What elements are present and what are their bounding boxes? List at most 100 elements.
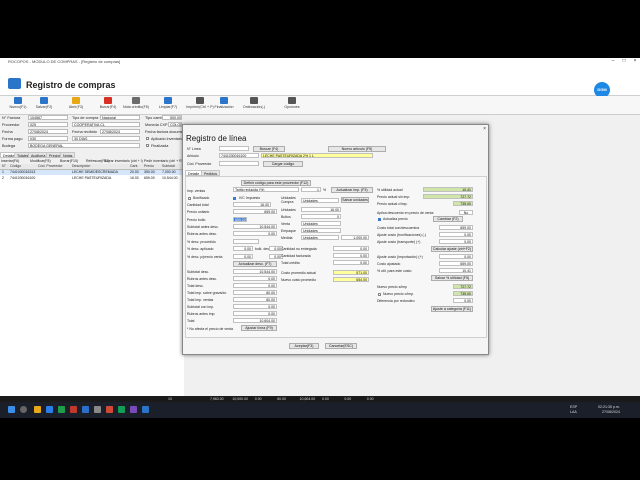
adjusted-cost-field[interactable]: 659.00 [439,261,473,266]
desc-price-field[interactable]: 0.00 [233,254,253,259]
subtotal-desc-field[interactable]: 10,544.00 [233,269,277,274]
warehouse-field[interactable]: BODEGA GENERAL [28,143,140,148]
update-desc-button[interactable]: Actualizar desc. (F7) [233,261,277,267]
grid-action-2[interactable]: Borrar(F10) [60,159,78,163]
grid-action-0[interactable]: Insertar(F6) [1,159,19,163]
received-date-field[interactable]: 27/08/2024 [100,129,140,134]
grid-action-1[interactable]: Modificar(F8) [30,159,51,163]
define-code-button[interactable]: Definir código para este proveedor (F12) [241,180,311,186]
bonus-checkbox[interactable] [188,197,191,200]
quantity-field[interactable]: 16.00 [233,202,271,207]
measure-field[interactable]: Unidades [301,235,339,240]
save-util-button[interactable]: Salvar % utilidad (F5) [431,275,473,281]
maximize-button[interactable]: □ [619,58,629,65]
supplier-name-field[interactable]: COOPERATIVA CL [72,122,140,127]
payment-name-field[interactable]: 30 DÍAS [72,136,140,141]
file-explorer-icon[interactable] [34,406,41,413]
rubros-desc-field[interactable]: 0.00 [233,276,277,281]
finalized-checkbox[interactable] [146,144,149,147]
grid-column-header[interactable]: Descripción [72,164,130,169]
packages-field[interactable]: 0 [301,214,341,219]
current-cost-field[interactable]: 571.00 [333,270,369,275]
sale-unit-field[interactable]: Unidades [301,221,341,226]
article-code-field[interactable]: 7441030016100 [219,153,259,158]
calculate-adjust-button[interactable]: Calcular ajuste (ctrl+F2) [431,246,473,252]
total-field[interactable]: 10,604.00 [233,318,277,323]
cancel-button[interactable]: Cancelar(ESC) [325,343,357,349]
price-tax-field[interactable]: 735.00 [453,201,473,206]
minimize-button[interactable]: – [608,58,618,65]
price-no-tax-field[interactable]: 727.72 [423,194,473,199]
subtotal-tax-field[interactable]: 0.00 [233,304,277,309]
grid-column-header[interactable]: N° [2,164,10,169]
app-icon-red[interactable] [70,406,77,413]
excel-icon[interactable] [58,406,65,413]
grid-column-header[interactable]: Cód. Proveedor [38,164,72,169]
new-util-field[interactable]: 10.41 [439,268,473,273]
language-indicator[interactable]: ESP [570,405,577,409]
exchange-rate-field[interactable]: 500.00 [162,115,182,120]
word-icon[interactable] [82,406,89,413]
apply-discount-field[interactable]: No [459,210,473,215]
grid-extra-1[interactable]: Pedir inventario (ctrl + R) [144,159,183,163]
rate-value-field[interactable]: 1 [301,187,321,192]
accept-button[interactable]: Aceptar(F3) [289,343,319,349]
mail-icon[interactable] [46,406,53,413]
line-number-field[interactable] [219,146,249,151]
adjust-transport-field[interactable]: 0.00 [439,239,473,244]
change-button[interactable]: Cambiar (F2) [433,216,463,222]
new-article-button[interactable]: Nuevo artículo (F5) [328,146,386,152]
rubros-field[interactable]: 0.00 [233,231,277,236]
toolbar-button-3[interactable]: Borrar(F4) [94,97,122,113]
rubros-tax-field[interactable]: 0.00 [233,311,277,316]
desc-applied-field[interactable]: 0.00 [233,246,253,251]
clock-time[interactable]: 02:21:35 p.m. [598,405,620,409]
measure-value-field[interactable]: 1.000.00 [341,235,369,240]
pack-unit-field[interactable]: Unidades [301,228,341,233]
table-row[interactable]: 1 7441030016313 LECHE SEMIDESCREMADA 20.00 3… [0,170,184,175]
grid-extra-0[interactable]: Borrar inventario (ctrl + I) [104,159,143,163]
new-price-tax-checkbox[interactable] [378,293,381,296]
total-sales-tax-field[interactable]: 60.00 [233,297,277,302]
teams-icon[interactable] [130,406,137,413]
browser-icon[interactable] [106,406,113,413]
toolbar-button-8[interactable]: Ordenación(-) [240,97,268,113]
applied-inventory-checkbox[interactable] [146,137,149,140]
toolbar-button-4[interactable]: Nota crédito(F5) [122,97,150,113]
toolbar-button-9[interactable]: Opciones [278,97,306,113]
total-tax-field[interactable]: 60.00 [233,290,277,295]
units-select[interactable]: Unidades [301,198,339,203]
grid-column-header[interactable]: Código [10,164,38,169]
adjust-bonus-field[interactable]: 0.00 [439,232,473,237]
current-util-field[interactable]: 10.41 [423,187,473,192]
windows-start-icon[interactable] [8,406,15,413]
update-tax-button[interactable]: Actualizar imp. (F3) [331,187,373,193]
invoiced-field[interactable]: 0.00 [333,253,369,258]
toolbar-button-7[interactable]: Finalización [210,97,238,113]
new-price-field[interactable]: 727.72 [453,284,473,289]
search-button[interactable]: Buscar (F4) [253,146,285,152]
toolbar-button-1[interactable]: Salvar(F2) [30,97,58,113]
toolbar-button-5[interactable]: Limpiar(F7) [154,97,182,113]
chrome-icon[interactable] [118,406,125,413]
save-units-button[interactable]: Salvar unidades [341,197,369,203]
dialog-close-icon[interactable]: × [483,126,486,132]
store-icon[interactable] [94,406,101,413]
supplier-code-field[interactable]: 025 [28,122,68,127]
new-price-tax-field[interactable]: 735.00 [453,291,473,296]
reduced-rate-field[interactable]: Tarifa reducida (%) [233,187,299,192]
toolbar-button-2[interactable]: Abrir(F3) [62,97,90,113]
ivc-checkbox[interactable] [233,197,236,200]
subtotal-field[interactable]: 10,544.00 [233,224,277,229]
adjust-category-button[interactable]: Ajuste a categoría (F11) [431,306,473,312]
bulk-price-field[interactable]: 659.00 [233,217,247,222]
purchase-type-field[interactable]: Nacional [100,115,140,120]
date-field[interactable]: 27/08/2024 [28,129,68,134]
grid-column-header[interactable]: Cant. [130,164,144,169]
grid-column-header[interactable]: Precio [144,164,162,169]
total-cost-field[interactable]: 659.00 [439,225,473,230]
close-button[interactable]: × [630,58,640,65]
load-code-button[interactable]: Cargar código [263,161,303,167]
toolbar-button-0[interactable]: Nuevo(F1) [4,97,32,113]
rounding-field[interactable]: 0.00 [453,298,473,303]
